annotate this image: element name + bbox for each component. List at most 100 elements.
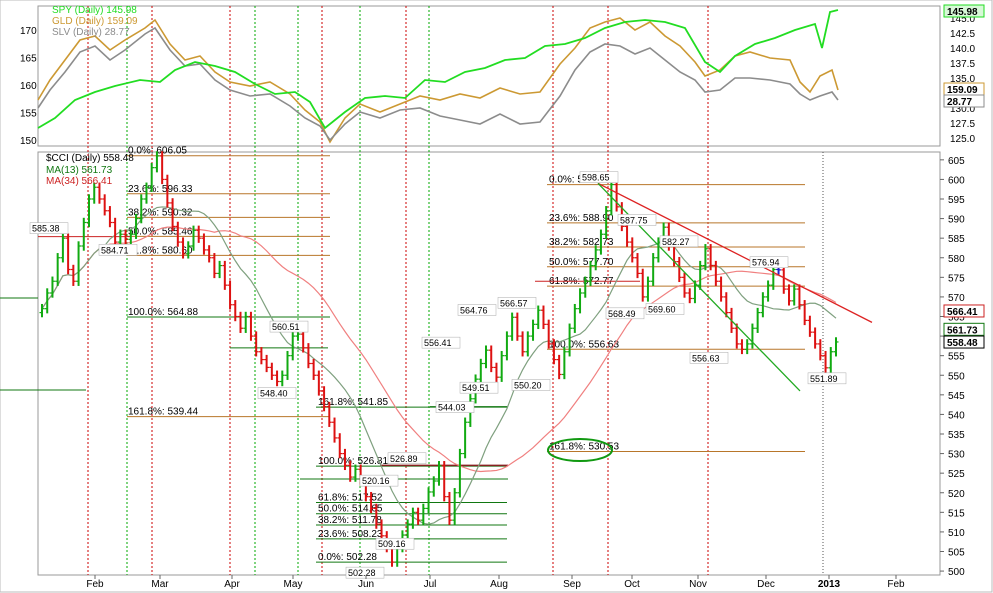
point-label-text-14: 598.65 <box>582 173 610 183</box>
point-label-text-5: 520.16 <box>362 476 390 486</box>
point-label-text-20: 576.94 <box>752 258 780 268</box>
point-label-548.40: 548.40 <box>257 387 297 399</box>
top-lastvalue-2: 28.77 <box>943 94 985 108</box>
chart-svg: 0.0%: 606.0523.6%: 596.3338.2%: 590.3250… <box>0 0 993 593</box>
point-label-text-2: 560.51 <box>272 322 300 332</box>
point-label-text-6: 509.16 <box>378 539 406 549</box>
top-lastvalue-0: 145.98 <box>943 4 985 18</box>
fib-1-label-6: 161.8%: 539.44 <box>128 407 198 418</box>
fib-2-label-2: 61.8%: 517.52 <box>318 492 383 503</box>
point-label-text-18: 582.27 <box>662 237 690 247</box>
fib-2-label-3: 50.0%: 514.65 <box>318 504 383 515</box>
xtick-3: May <box>284 579 303 590</box>
xtick-9: Nov <box>689 579 707 590</box>
xtick-8: Oct <box>624 579 640 590</box>
legend-spy: SPY (Daily) 145.98 <box>52 5 137 16</box>
point-label-502.28: 502.28 <box>345 566 385 579</box>
point-label-text-8: 556.41 <box>424 338 452 348</box>
ytick-530: 530 <box>948 450 965 461</box>
point-label-text-10: 564.76 <box>460 305 488 315</box>
legend-ma13: MA(13) 561.73 <box>46 165 113 176</box>
point-label-551.89: 551.89 <box>807 372 847 385</box>
main-lastvalue-text-0: 566.41 <box>947 307 978 318</box>
stock-chart: 0.0%: 606.05 23.6%: 596.33 38.2%: 590.32 50… <box>0 0 993 593</box>
top-left-tick-150: 150 <box>20 136 37 147</box>
point-label-text-15: 568.49 <box>608 309 636 319</box>
fib-3-label-6: 161.8%: 530.53 <box>549 442 619 453</box>
xtick-5: Jul <box>424 579 437 590</box>
xtick-1: Mar <box>151 579 169 590</box>
legend-gld: GLD (Daily) 159.09 <box>52 16 138 27</box>
top-right-tick-2: 140.0 <box>950 44 975 55</box>
point-label-text-3: 548.40 <box>260 389 288 399</box>
fib-2-label-6: 0.0%: 502.28 <box>318 552 377 563</box>
legend-slv: SLV (Daily) 28.77 <box>52 27 130 38</box>
point-label-566.57: 566.57 <box>497 297 537 309</box>
main-lastvalue-2: 558.48 <box>943 335 985 349</box>
point-label-text-12: 566.57 <box>500 298 528 308</box>
top-right-tick-3: 137.5 <box>950 59 975 70</box>
fib-1-label-2: 38.2%: 590.32 <box>128 207 193 218</box>
xtick-6: Aug <box>490 579 508 590</box>
ytick-555: 555 <box>948 352 965 363</box>
point-label-text-7: 502.28 <box>348 568 376 578</box>
top-left-tick-170: 170 <box>20 26 37 37</box>
ytick-605: 605 <box>948 156 965 167</box>
point-label-text-21: 551.89 <box>810 374 838 384</box>
top-lastvalue-1: 159.09 <box>943 82 985 96</box>
point-label-text-0: 585.38 <box>32 224 60 234</box>
fib-3-label-1: 23.6%: 588.90 <box>549 213 614 224</box>
xtick-2: Apr <box>224 579 240 590</box>
fib-3-label-5: 100.0%: 556.63 <box>549 339 619 350</box>
point-label-556.63: 556.63 <box>689 352 729 364</box>
point-label-587.75: 587.75 <box>617 214 657 226</box>
ytick-505: 505 <box>948 548 965 559</box>
xtick-11: 2013 <box>818 579 841 590</box>
top-right-tick-7: 127.5 <box>950 119 975 130</box>
ytick-590: 590 <box>948 215 965 226</box>
point-label-582.27: 582.27 <box>659 235 699 248</box>
fib-1-label-1: 23.6%: 596.33 <box>128 184 193 195</box>
top-lastvalue-text-2: 28.77 <box>947 97 972 108</box>
ytick-540: 540 <box>948 410 965 421</box>
top-right-tick-8: 125.0 <box>950 134 975 145</box>
ytick-535: 535 <box>948 430 965 441</box>
ytick-510: 510 <box>948 528 965 539</box>
ytick-575: 575 <box>948 273 965 284</box>
point-label-text-11: 549.51 <box>462 383 490 393</box>
point-label-576.94: 576.94 <box>749 256 789 268</box>
point-label-text-16: 587.75 <box>620 215 648 225</box>
ytick-600: 600 <box>948 175 965 186</box>
xtick-12: Feb <box>887 579 905 590</box>
point-label-text-17: 569.60 <box>648 304 676 314</box>
top-left-tick-155: 155 <box>20 109 37 120</box>
legend-cci: $CCI (Daily) 558.48 <box>46 153 134 164</box>
top-legend: SPY (Daily) 145.98 GLD (Daily) 159.09 SL… <box>52 5 138 38</box>
main-lastvalue-text-1: 561.73 <box>947 325 978 336</box>
xtick-4: Jun <box>358 579 374 590</box>
main-lastvalue-0: 566.41 <box>943 304 985 318</box>
point-label-526.89: 526.89 <box>387 452 427 465</box>
point-label-584.71: 584.71 <box>98 244 138 256</box>
point-label-568.49: 568.49 <box>605 307 645 320</box>
ytick-570: 570 <box>948 293 965 304</box>
point-label-569.60: 569.60 <box>645 303 685 315</box>
point-label-text-13: 550.20 <box>514 380 542 390</box>
ytick-585: 585 <box>948 234 965 245</box>
ytick-500: 500 <box>948 567 965 578</box>
point-label-text-19: 556.63 <box>692 353 720 363</box>
point-label-585.38: 585.38 <box>29 222 69 234</box>
fib-3-label-3: 50.0%: 577.70 <box>549 257 614 268</box>
ytick-525: 525 <box>948 469 965 480</box>
main-lastvalue-text-2: 558.48 <box>947 338 978 349</box>
point-label-520.16: 520.16 <box>359 474 399 487</box>
point-label-550.20: 550.20 <box>511 379 551 391</box>
point-label-544.03: 544.03 <box>435 401 475 413</box>
fib-2-label-5: 23.6%: 508.23 <box>318 529 383 540</box>
point-label-text-9: 544.03 <box>438 403 466 413</box>
top-lastvalue-text-0: 145.98 <box>947 7 978 18</box>
top-right-tick-1: 142.5 <box>950 29 975 40</box>
ytick-515: 515 <box>948 508 965 519</box>
ytick-550: 550 <box>948 371 965 382</box>
ytick-580: 580 <box>948 254 965 265</box>
